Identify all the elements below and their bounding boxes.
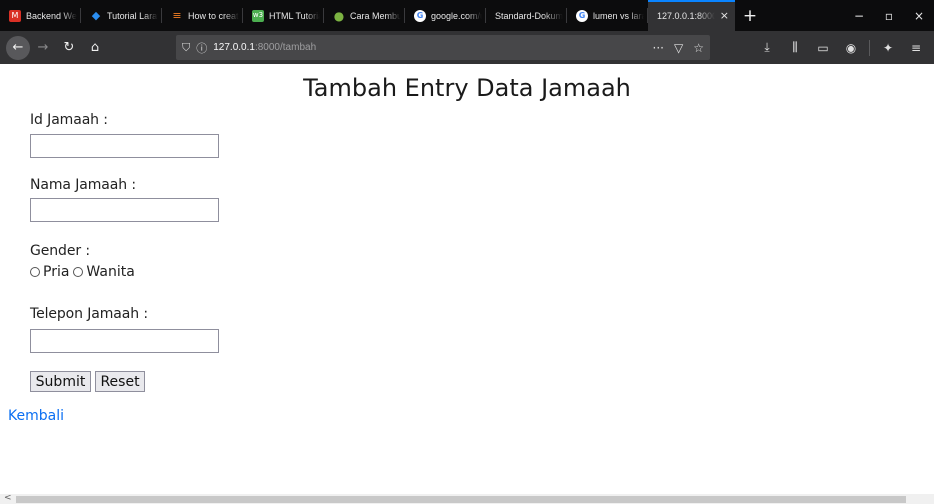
id-jamaah-label: Id Jamaah : bbox=[30, 112, 108, 128]
tab-title: google.com/u bbox=[431, 10, 482, 21]
back-button[interactable]: ← bbox=[6, 35, 30, 60]
shield-icon[interactable]: ⛉ bbox=[182, 41, 190, 55]
more-actions-icon[interactable]: ··· bbox=[653, 41, 664, 55]
url-text[interactable]: 127.0.0.1:8000/tambah bbox=[213, 42, 316, 53]
stackoverflow-icon: ≡ bbox=[172, 9, 182, 22]
horizontal-scrollbar[interactable]: < bbox=[0, 493, 934, 504]
id-jamaah-input[interactable] bbox=[30, 134, 219, 158]
tab-title: HTML Tutorial bbox=[269, 10, 320, 21]
tab-title: Backend Web bbox=[26, 10, 77, 21]
bookmark-star-icon[interactable]: ☆ bbox=[693, 41, 704, 55]
pocket-icon[interactable]: ▽ bbox=[674, 41, 683, 55]
url-host: 127.0.0.1 bbox=[213, 42, 255, 53]
telepon-jamaah-input[interactable] bbox=[30, 329, 219, 353]
account-icon[interactable]: ◉ bbox=[837, 41, 865, 55]
reload-button[interactable]: ↻ bbox=[56, 36, 82, 60]
gender-wanita-label[interactable]: Wanita bbox=[86, 264, 134, 280]
tab-how-to-create[interactable]: ≡ How to create bbox=[162, 0, 243, 31]
library-icon[interactable]: ⫼ bbox=[781, 40, 809, 55]
scrollbar-thumb[interactable] bbox=[16, 496, 906, 503]
info-icon[interactable]: ⓘ bbox=[196, 40, 207, 56]
extension-icon[interactable]: ✦ bbox=[874, 41, 902, 55]
url-bar[interactable]: ⛉ ⓘ 127.0.0.1:8000/tambah ··· ▽ ☆ bbox=[176, 35, 710, 60]
tab-lumen-vs-laravel[interactable]: G lumen vs larav bbox=[567, 0, 648, 31]
forward-button[interactable]: → bbox=[30, 36, 56, 60]
page-content: Tambah Entry Data Jamaah Id Jamaah : Nam… bbox=[0, 64, 934, 494]
tab-google[interactable]: G google.com/u bbox=[405, 0, 486, 31]
menu-icon[interactable]: ≡ bbox=[902, 41, 930, 55]
google-icon: G bbox=[576, 9, 588, 22]
tab-title: Tutorial Larave bbox=[107, 10, 158, 21]
close-tab-icon[interactable]: × bbox=[720, 9, 731, 22]
nama-jamaah-label: Nama Jamaah : bbox=[30, 177, 136, 193]
nama-jamaah-input[interactable] bbox=[30, 198, 219, 222]
home-button[interactable]: ⌂ bbox=[82, 36, 108, 60]
laravel-icon: ◆ bbox=[91, 9, 101, 22]
tab-html-tutorial[interactable]: w3 HTML Tutorial bbox=[243, 0, 324, 31]
url-path: :8000/tambah bbox=[254, 42, 317, 53]
google-icon: G bbox=[414, 9, 426, 22]
gender-wanita-radio[interactable] bbox=[73, 267, 84, 277]
back-link[interactable]: Kembali bbox=[8, 408, 64, 424]
telepon-jamaah-label: Telepon Jamaah : bbox=[30, 306, 149, 322]
tab-backend-web[interactable]: M Backend Web bbox=[0, 0, 81, 31]
sidebar-icon[interactable]: ▭ bbox=[809, 41, 837, 55]
tab-title: Standard-Dokume bbox=[495, 10, 563, 21]
tab-title: lumen vs larav bbox=[593, 10, 644, 21]
tab-title: 127.0.0.1:8000 bbox=[657, 10, 715, 21]
tab-bar: M Backend Web ◆ Tutorial Larave ≡ How to… bbox=[0, 0, 934, 31]
scroll-left-icon[interactable]: < bbox=[4, 493, 12, 503]
tab-title: Cara Membuat bbox=[350, 10, 401, 21]
new-tab-button[interactable]: + bbox=[735, 0, 765, 31]
url-actions: ··· ▽ ☆ bbox=[653, 41, 704, 55]
toolbar-right: ⤓ ⫼ ▭ ◉ ✦ ≡ bbox=[753, 35, 930, 60]
reset-button[interactable]: Reset bbox=[95, 371, 145, 392]
gmail-icon: M bbox=[9, 9, 21, 22]
tab-active-localhost[interactable]: 127.0.0.1:8000 × bbox=[648, 0, 735, 31]
page-title: Tambah Entry Data Jamaah bbox=[303, 74, 631, 102]
tab-standard-dokumen[interactable]: Standard-Dokume bbox=[486, 0, 567, 31]
gender-pria-radio[interactable] bbox=[30, 267, 40, 277]
site-icon: ● bbox=[333, 8, 345, 23]
navigation-toolbar: ← → ↻ ⌂ ⛉ ⓘ 127.0.0.1:8000/tambah ··· ▽ … bbox=[0, 31, 934, 64]
gender-label: Gender : bbox=[30, 243, 90, 259]
gender-radio-group: Pria Wanita bbox=[30, 264, 139, 280]
gender-pria-label[interactable]: Pria bbox=[43, 264, 69, 280]
download-icon[interactable]: ⤓ bbox=[753, 40, 781, 55]
toolbar-divider bbox=[869, 39, 870, 56]
tab-tutorial-laravel[interactable]: ◆ Tutorial Larave bbox=[81, 0, 162, 31]
w3schools-icon: w3 bbox=[252, 9, 264, 22]
tab-cara-membuat[interactable]: ● Cara Membuat bbox=[324, 0, 405, 31]
minimize-icon[interactable]: − bbox=[844, 9, 874, 23]
tab-title: How to create bbox=[188, 10, 239, 21]
maximize-icon[interactable]: ▫ bbox=[874, 9, 904, 23]
close-window-icon[interactable]: × bbox=[904, 9, 934, 23]
submit-button[interactable]: Submit bbox=[30, 371, 91, 392]
window-controls: − ▫ × bbox=[844, 0, 934, 31]
